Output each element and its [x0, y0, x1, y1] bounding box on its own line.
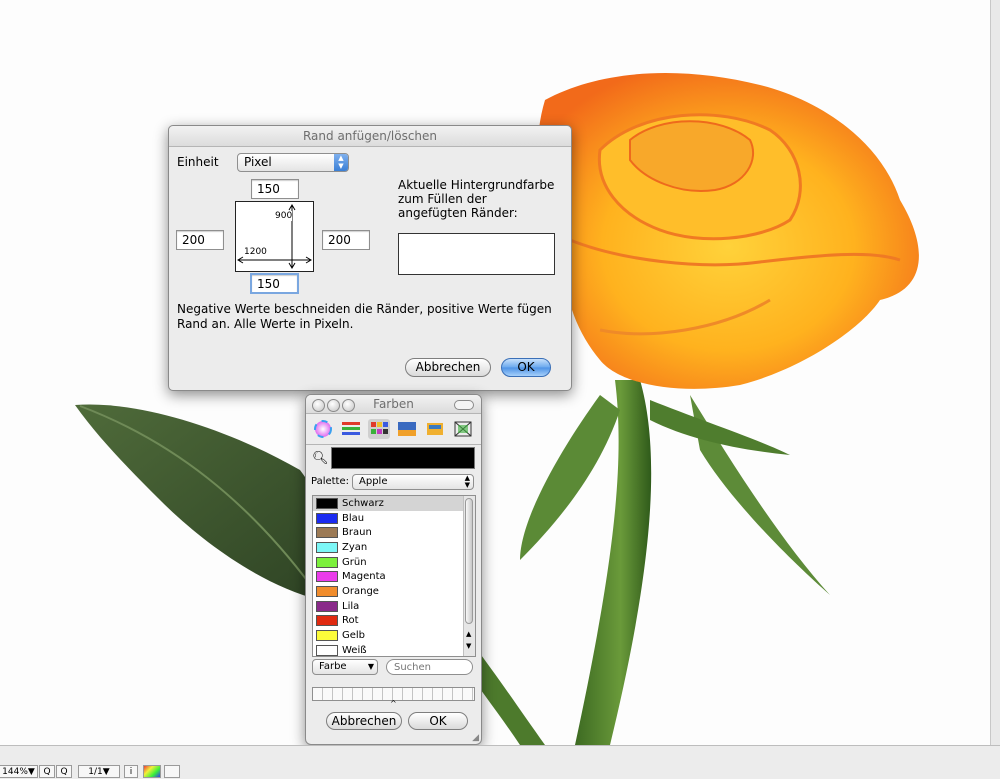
bgcolor-label: Aktuelle Hintergrundfarbe zum Füllen der…	[398, 178, 555, 220]
bgcolor-well[interactable]	[398, 233, 555, 275]
list-item[interactable]: Zyan	[313, 540, 463, 555]
bottom-border-input[interactable]: 150	[250, 273, 299, 294]
list-item[interactable]: Lila	[313, 599, 463, 614]
crayons-icon[interactable]	[424, 419, 446, 439]
unit-select-value: Pixel	[244, 155, 272, 169]
color-name: Rot	[342, 615, 359, 627]
scroll-up-icon[interactable]: ▲	[466, 630, 471, 638]
toolbar-toggle-button[interactable]	[454, 400, 474, 410]
color-swatch	[316, 527, 338, 539]
color-name: Lila	[342, 600, 360, 612]
chevron-updown-icon: ▲ ▼	[464, 474, 470, 489]
border-note: Negative Werte beschneiden die Ränder, p…	[177, 302, 552, 331]
color-list[interactable]: Schwarz Blau Braun Zyan Grün Magenta Orange Lil…	[312, 495, 476, 657]
triangle-down-icon: ▼	[367, 662, 374, 671]
color-swatch	[316, 630, 338, 642]
search-input[interactable]	[394, 661, 472, 674]
list-item[interactable]: Weiß	[313, 643, 463, 656]
left-border-input[interactable]: 200	[176, 230, 224, 250]
resize-grip-icon[interactable]: ◢	[472, 733, 479, 743]
close-button[interactable]	[312, 399, 325, 412]
top-border-input[interactable]: 150	[251, 179, 299, 199]
color-sliders-icon[interactable]	[340, 419, 362, 439]
current-color-well[interactable]	[331, 447, 475, 469]
list-item[interactable]: Grün	[313, 555, 463, 570]
color-ok-button[interactable]: OK	[408, 712, 468, 730]
color-name: Magenta	[342, 571, 386, 583]
zoom-in-icon[interactable]: Q	[56, 765, 72, 778]
image-size-diagram: 900 1200	[235, 201, 314, 272]
list-action-menu-label: Farbe	[319, 661, 347, 672]
palette-select[interactable]: Apple ▲ ▼	[352, 474, 474, 490]
list-item[interactable]: Gelb	[313, 628, 463, 643]
border-ok-button[interactable]: OK	[501, 358, 551, 377]
color-panel: Farben 🔍︎ Palette: Apple ▲ ▼ Schwarz Blau B…	[305, 394, 482, 745]
color-name: Zyan	[342, 541, 368, 553]
chevron-updown-icon: ▲ ▼	[334, 154, 348, 171]
list-item[interactable]: Orange	[313, 584, 463, 599]
color-swatch	[316, 615, 338, 627]
zoom-out-icon[interactable]: Q	[39, 765, 55, 778]
scroll-down-icon[interactable]: ▼	[466, 642, 471, 650]
magnifier-icon[interactable]: 🔍︎	[312, 451, 329, 466]
color-name: Weiß	[342, 644, 367, 656]
color-swatch	[316, 497, 338, 509]
image-height-label: 900	[275, 211, 293, 221]
search-field[interactable]	[386, 659, 473, 675]
right-border-input[interactable]: 200	[322, 230, 370, 250]
minimize-button[interactable]	[327, 399, 340, 412]
canvas-scroll-gutter[interactable]	[990, 0, 1000, 745]
color-palettes-icon[interactable]	[368, 419, 390, 439]
list-scrollbar[interactable]: ▲ ▼	[463, 496, 475, 656]
list-item[interactable]: Magenta	[313, 569, 463, 584]
list-item[interactable]: Rot	[313, 614, 463, 629]
border-cancel-button[interactable]: Abbrechen	[405, 358, 491, 377]
border-dialog: Rand anfügen/löschen Einheit Pixel ▲ ▼ 15…	[168, 125, 572, 391]
color-swatch	[316, 556, 338, 568]
splitter-handle-icon[interactable]: ^	[390, 699, 397, 708]
image-width-label: 1200	[244, 247, 267, 257]
color-name: Blau	[342, 512, 365, 524]
list-scroll-thumb[interactable]	[465, 498, 473, 624]
color-mode-toolbar	[306, 414, 481, 445]
border-dialog-title: Rand anfügen/löschen	[169, 126, 571, 147]
color-name: Grün	[342, 556, 367, 568]
color-name: Schwarz	[342, 497, 384, 509]
color-swatch	[316, 585, 338, 597]
color-name: Gelb	[342, 630, 366, 642]
zoom-select[interactable]: 144%▼	[0, 765, 38, 778]
color-swatch	[316, 600, 338, 612]
list-item[interactable]: Blau	[313, 511, 463, 526]
color-swatch	[316, 644, 338, 656]
color-cancel-button[interactable]: Abbrechen	[326, 712, 402, 730]
list-action-menu[interactable]: Farbe ▼	[312, 659, 378, 675]
color-mode-icon[interactable]	[143, 765, 161, 778]
zoom-button[interactable]	[342, 399, 355, 412]
list-item[interactable]: Braun	[313, 525, 463, 540]
color-swatch	[316, 571, 338, 583]
status-bar: 144%▼ Q Q 1/1▼ i	[0, 745, 1000, 779]
color-swatch	[316, 541, 338, 553]
color-name: Orange	[342, 585, 379, 597]
layout-icon[interactable]	[164, 765, 180, 778]
list-item[interactable]: Schwarz	[313, 496, 463, 511]
color-name: Braun	[342, 527, 372, 539]
unit-label: Einheit	[177, 155, 219, 169]
color-wheel-icon[interactable]	[312, 419, 334, 439]
unit-select[interactable]: Pixel ▲ ▼	[237, 153, 349, 172]
info-icon[interactable]: i	[124, 765, 138, 778]
palette-label: Palette:	[311, 476, 350, 487]
image-palettes-icon[interactable]	[396, 419, 418, 439]
palette-select-value: Apple	[359, 476, 388, 487]
page-select[interactable]: 1/1▼	[78, 765, 120, 778]
color-swatch	[316, 512, 338, 524]
spectrum-picker-icon[interactable]	[452, 419, 474, 439]
